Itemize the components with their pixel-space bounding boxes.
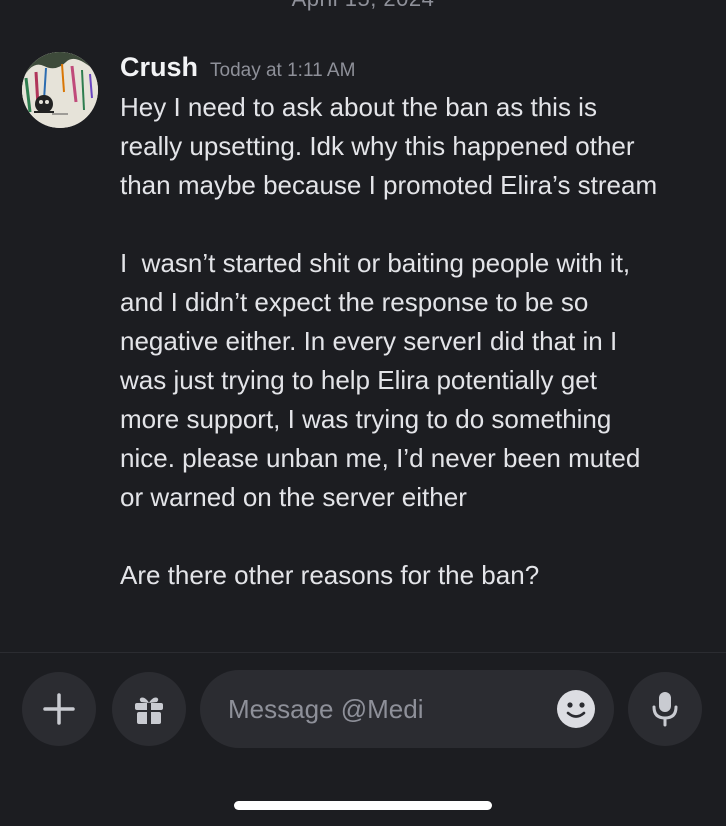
microphone-icon <box>652 692 678 727</box>
message-input-placeholder: Message @Medi <box>228 693 424 724</box>
message-header: Crush Today at 1:11 AM <box>120 52 712 86</box>
gift-button[interactable] <box>112 672 186 746</box>
gift-icon <box>135 697 163 724</box>
dm-screen: April 15, 2024 Crush <box>0 0 726 826</box>
message-composer: Message @Medi <box>22 670 704 748</box>
author-name[interactable]: Crush <box>120 52 198 83</box>
message-timestamp: Today at 1:11 AM <box>210 60 356 81</box>
composer-divider <box>0 652 726 653</box>
add-attachment-button[interactable] <box>22 672 96 746</box>
avatar[interactable] <box>22 52 98 128</box>
message-input[interactable]: Message @Medi <box>200 670 614 748</box>
message-paragraph: Are there other reasons for the ban? <box>120 560 540 590</box>
avatar-image <box>22 52 98 128</box>
message-body: Crush Today at 1:11 AM Hey I need to ask… <box>120 52 712 595</box>
message-paragraph: I wasn’t started shit or baiting people … <box>120 248 641 512</box>
voice-message-button[interactable] <box>628 672 702 746</box>
date-divider: April 15, 2024 <box>0 0 726 12</box>
message-paragraph: Hey I need to ask about the ban as this … <box>120 92 658 200</box>
emoji-icon[interactable] <box>556 689 596 729</box>
plus-icon <box>43 693 75 725</box>
home-indicator[interactable] <box>234 801 492 810</box>
